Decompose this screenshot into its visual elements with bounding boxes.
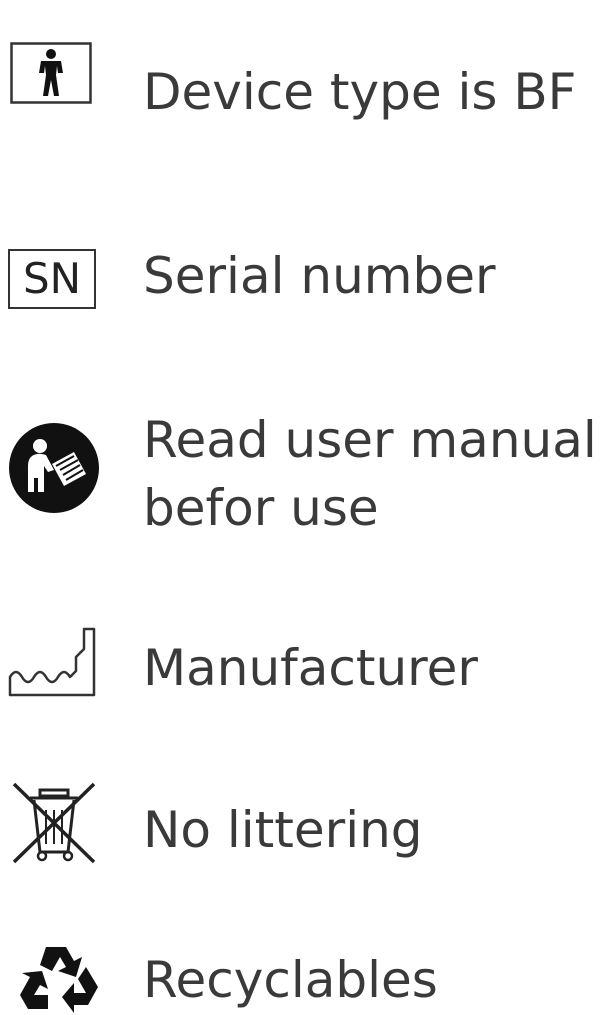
symbol-label: No littering	[143, 801, 423, 859]
symbol-label-line-1: Read user manual	[143, 411, 597, 469]
symbol-label-line-2: befor use	[143, 479, 379, 537]
symbol-label: Recyclables	[143, 951, 438, 1009]
symbol-label: Manufacturer	[143, 639, 478, 697]
bf-body-icon	[10, 42, 94, 104]
symbol-label: Device type is BF	[143, 63, 577, 121]
manufacturer-icon	[8, 625, 98, 697]
read-manual-icon	[8, 422, 100, 514]
symbol-label: Serial number	[143, 247, 496, 305]
no-littering-icon	[10, 780, 98, 866]
sn-icon: SN	[8, 249, 96, 309]
recycle-icon	[16, 943, 100, 1015]
